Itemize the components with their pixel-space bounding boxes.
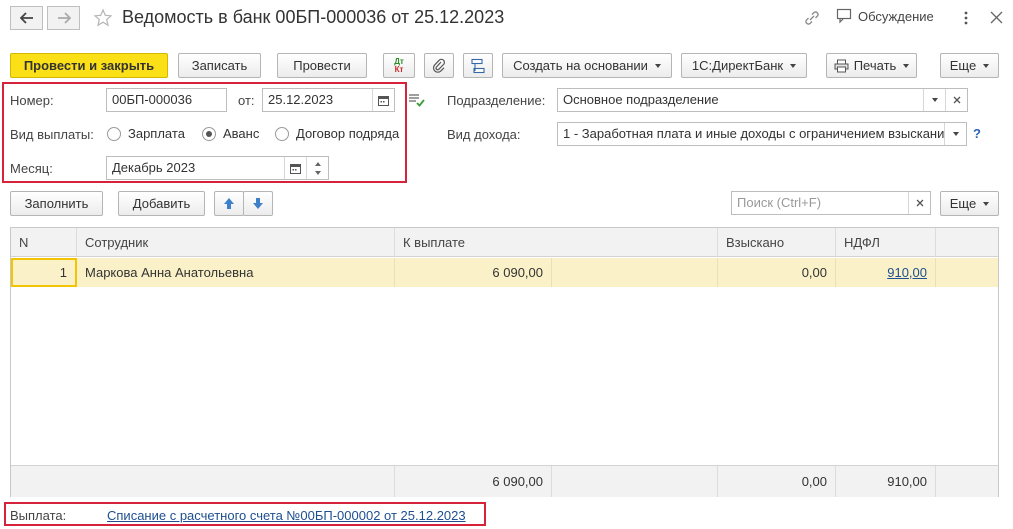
forward-button[interactable] xyxy=(47,6,80,30)
document-check-icon[interactable] xyxy=(408,92,426,111)
table-row[interactable]: 1 Маркова Анна Анатольевна 6 090,00 0,00… xyxy=(11,258,998,287)
column-header-n[interactable]: N xyxy=(11,228,77,257)
chevron-down-icon[interactable] xyxy=(923,89,945,111)
cell-empty xyxy=(552,258,718,287)
total-ndfl: 910,00 xyxy=(836,466,936,497)
table-more-button[interactable]: Еще xyxy=(940,191,999,216)
direct-bank-button[interactable]: 1С:ДиректБанк xyxy=(681,53,807,78)
move-down-button[interactable] xyxy=(243,191,273,216)
attach-button[interactable] xyxy=(424,53,454,78)
arrow-left-icon xyxy=(19,12,33,24)
dt-kt-button[interactable]: Дт Кт xyxy=(383,53,415,78)
save-button[interactable]: Записать xyxy=(178,53,261,78)
column-header-recovered[interactable]: Взыскано xyxy=(718,228,836,257)
employees-table[interactable]: N Сотрудник К выплате Взыскано НДФЛ 1 Ма… xyxy=(10,227,999,497)
income-type-field[interactable]: 1 - Заработная плата и иные доходы с огр… xyxy=(557,122,967,146)
chevron-down-icon xyxy=(903,63,910,68)
create-based-on-button[interactable]: Создать на основании xyxy=(502,53,672,78)
total-to-pay: 6 090,00 xyxy=(395,466,552,497)
chevron-down-icon xyxy=(983,201,990,206)
cell-ndfl[interactable]: 910,00 xyxy=(836,258,936,287)
printer-icon xyxy=(834,59,849,72)
clear-icon[interactable] xyxy=(945,89,967,111)
arrow-right-icon xyxy=(57,12,71,24)
highlight-frame-header xyxy=(2,82,407,183)
fill-button[interactable]: Заполнить xyxy=(10,191,103,216)
structure-button[interactable] xyxy=(463,53,493,78)
chat-icon xyxy=(836,8,852,24)
help-icon[interactable]: ? xyxy=(973,126,981,141)
column-header-filler xyxy=(936,228,998,257)
chevron-down-icon xyxy=(790,63,797,68)
subdivision-field[interactable]: Основное подразделение xyxy=(557,88,968,112)
column-header-employee[interactable]: Сотрудник xyxy=(77,228,395,257)
column-header-ndfl[interactable]: НДФЛ xyxy=(836,228,936,257)
arrow-down-icon xyxy=(253,198,263,209)
table-more-label: Еще xyxy=(949,196,977,211)
direct-bank-label: 1С:ДиректБанк xyxy=(691,58,784,73)
back-button[interactable] xyxy=(10,6,43,30)
cell-recovered[interactable]: 0,00 xyxy=(718,258,836,287)
close-icon[interactable] xyxy=(990,11,1003,27)
cell-employee[interactable]: Маркова Анна Анатольевна xyxy=(77,258,395,287)
paperclip-icon xyxy=(432,58,445,73)
post-button[interactable]: Провести xyxy=(277,53,367,78)
window-title: Ведомость в банк 00БП-000036 от 25.12.20… xyxy=(122,7,505,27)
chevron-down-icon xyxy=(654,63,661,68)
discussion-label: Обсуждение xyxy=(858,8,934,24)
column-header-to-pay[interactable]: К выплате xyxy=(395,228,718,257)
hierarchy-icon xyxy=(471,58,485,73)
total-recovered: 0,00 xyxy=(718,466,836,497)
chevron-down-icon[interactable] xyxy=(944,123,966,145)
print-label: Печать xyxy=(853,58,897,73)
subdivision-value: Основное подразделение xyxy=(563,92,719,107)
arrow-up-icon xyxy=(224,198,234,209)
cell-to-pay[interactable]: 6 090,00 xyxy=(395,258,552,287)
kt-label: Кт xyxy=(394,64,404,74)
more-button[interactable]: Еще xyxy=(940,53,999,78)
chevron-down-icon xyxy=(983,63,990,68)
print-button[interactable]: Печать xyxy=(826,53,917,78)
ndfl-link[interactable]: 910,00 xyxy=(887,265,927,280)
highlight-frame-payment xyxy=(4,502,486,526)
more-vertical-icon[interactable] xyxy=(962,10,970,29)
post-and-close-button[interactable]: Провести и закрыть xyxy=(10,53,168,78)
footer-empty xyxy=(552,466,718,497)
move-up-button[interactable] xyxy=(214,191,244,216)
link-icon[interactable] xyxy=(803,9,821,30)
subdivision-label: Подразделение: xyxy=(447,93,546,108)
create-based-on-label: Создать на основании xyxy=(513,58,648,73)
cell-n[interactable]: 1 xyxy=(11,258,77,287)
favorite-star-icon[interactable] xyxy=(93,8,113,31)
more-label: Еще xyxy=(949,58,977,73)
add-button[interactable]: Добавить xyxy=(118,191,205,216)
income-type-label: Вид дохода: xyxy=(447,127,521,142)
search-placeholder: Поиск (Ctrl+F) xyxy=(737,195,822,210)
discussion-button[interactable]: Обсуждение xyxy=(836,8,934,24)
income-type-value: 1 - Заработная плата и иные доходы с огр… xyxy=(563,126,952,141)
clear-icon[interactable] xyxy=(908,192,930,214)
search-input[interactable]: Поиск (Ctrl+F) xyxy=(731,191,931,215)
footer-empty xyxy=(11,466,395,497)
table-footer: 6 090,00 0,00 910,00 xyxy=(11,465,998,497)
